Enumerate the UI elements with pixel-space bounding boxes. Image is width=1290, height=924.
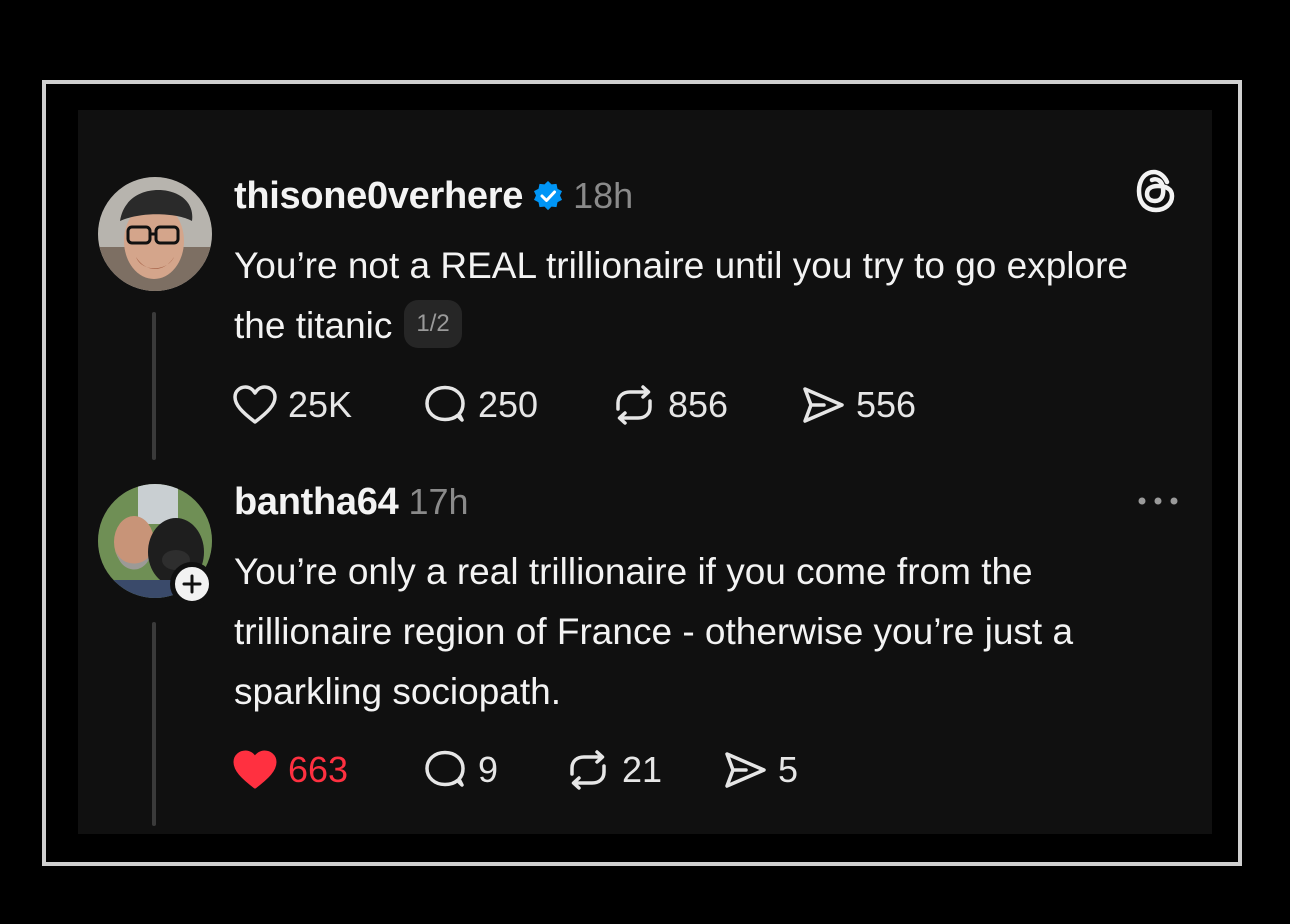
post-header: thisone0verhere 18h: [234, 174, 633, 218]
repost-count: 21: [622, 749, 663, 790]
post-text: You’re only a real trillionaire if you c…: [234, 542, 1174, 722]
post-time: 17h: [408, 481, 469, 522]
avatar-thisone0verhere[interactable]: [98, 177, 212, 291]
thread-pager[interactable]: 1/2: [404, 300, 462, 349]
post-actions: 663 9 21 5: [232, 746, 798, 794]
repost-count: 856: [668, 384, 729, 425]
heart-icon: [233, 750, 277, 789]
heart-icon: [233, 385, 277, 424]
share-count: 5: [778, 749, 799, 790]
comment-icon: [425, 385, 465, 422]
like-button[interactable]: 25K: [232, 384, 422, 426]
post-header: bantha64 17h: [234, 480, 469, 524]
reply-count: 9: [478, 749, 499, 790]
like-count: 25K: [288, 384, 353, 425]
repost-button[interactable]: 21: [564, 749, 722, 791]
more-icon[interactable]: [1134, 494, 1182, 508]
post-text: You’re not a REAL trillionaire until you…: [234, 236, 1174, 356]
threads-logo-icon[interactable]: [1134, 168, 1178, 214]
username[interactable]: bantha64: [234, 481, 399, 524]
share-count: 556: [856, 384, 917, 425]
share-button[interactable]: 556: [800, 384, 916, 426]
repost-icon: [616, 385, 652, 425]
thread-connector: [152, 312, 156, 460]
like-count: 663: [288, 749, 349, 790]
reply-button[interactable]: 9: [422, 749, 564, 791]
thread-connector: [152, 622, 156, 826]
verified-badge-icon: [534, 181, 563, 211]
post-body: You’re only a real trillionaire if you c…: [234, 551, 1074, 712]
username[interactable]: thisone0verhere: [234, 175, 523, 218]
reply-button[interactable]: 250: [422, 384, 610, 426]
post-actions: 25K 250 856 556: [232, 381, 916, 429]
like-button[interactable]: 663: [232, 749, 422, 791]
repost-icon: [570, 750, 606, 790]
follow-plus-icon[interactable]: [170, 562, 214, 606]
share-button[interactable]: 5: [722, 749, 798, 791]
repost-button[interactable]: 856: [610, 384, 800, 426]
comment-icon: [425, 750, 465, 787]
thread-panel: thisone0verhere 18h You’re not a REAL tr…: [78, 110, 1212, 834]
post-body: You’re not a REAL trillionaire until you…: [234, 245, 1128, 346]
reply-count: 250: [478, 384, 539, 425]
share-icon: [725, 752, 766, 788]
post-time: 18h: [573, 175, 634, 216]
share-icon: [803, 387, 844, 423]
